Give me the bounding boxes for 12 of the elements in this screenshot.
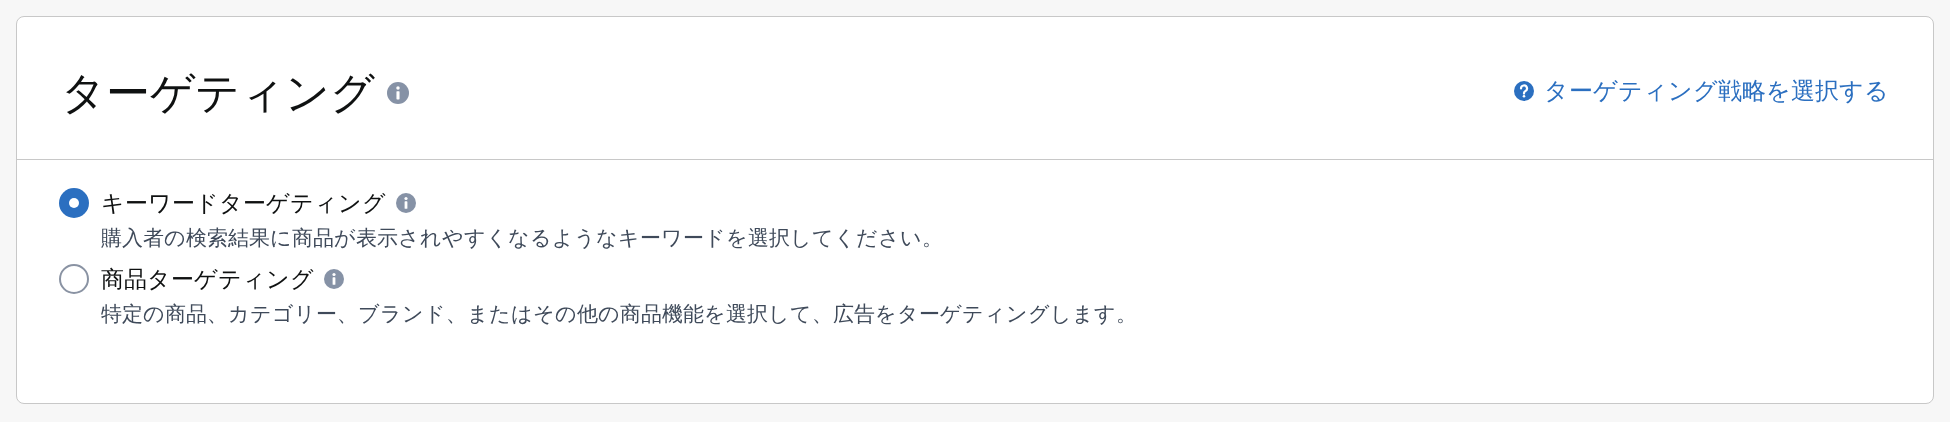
help-icon bbox=[1514, 81, 1534, 101]
option-label: キーワードターゲティング bbox=[101, 189, 386, 218]
info-icon bbox=[396, 193, 416, 213]
radio-button[interactable] bbox=[59, 264, 89, 294]
help-link[interactable]: ターゲティング戦略を選択する bbox=[1514, 67, 1889, 109]
option-description: 購入者の検索結果に商品が表示されやすくなるようなキーワードを選択してください。 bbox=[101, 225, 943, 251]
info-icon bbox=[387, 82, 409, 104]
option-label: 商品ターゲティング bbox=[101, 265, 314, 294]
radio-button[interactable] bbox=[59, 188, 89, 218]
option-description: 特定の商品、カテゴリー、ブランド、またはその他の商品機能を選択して、広告をターゲティングします。 bbox=[101, 301, 1137, 327]
section-title: ターゲティング bbox=[61, 71, 375, 115]
info-icon bbox=[324, 269, 344, 289]
